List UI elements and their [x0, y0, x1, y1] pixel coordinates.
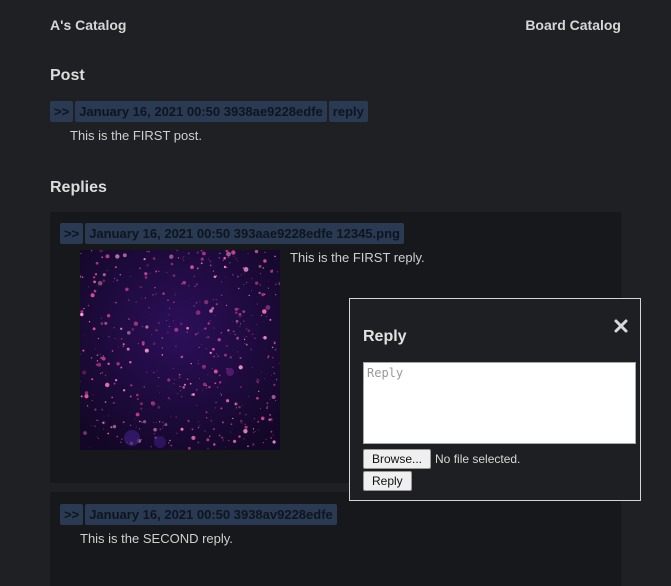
- post-meta: January 16, 2021 00:50 3938ae9228edfe: [75, 101, 327, 122]
- file-status: No file selected.: [435, 452, 521, 466]
- dialog-title: Reply: [363, 328, 407, 345]
- reply-body: This is the SECOND reply.: [80, 531, 233, 546]
- reply-meta: January 16, 2021 00:50 3938av9228edfe: [85, 504, 337, 525]
- reply-quote-link[interactable]: >>: [60, 223, 84, 244]
- reply-meta[interactable]: January 16, 2021 00:50 393aae9228edfe 12…: [85, 223, 404, 244]
- post-quote-link[interactable]: >>: [50, 101, 74, 122]
- close-icon[interactable]: [613, 318, 629, 334]
- catalog-link[interactable]: A's Catalog: [50, 17, 126, 33]
- reply-body: This is the FIRST reply.: [290, 250, 425, 265]
- post-heading: Post: [50, 67, 85, 84]
- file-picker: Browse... No file selected.: [363, 449, 520, 469]
- reply-quote-link[interactable]: >>: [60, 504, 84, 525]
- post-meta-row: >> January 16, 2021 00:50 3938ae9228edfe r…: [50, 101, 370, 122]
- top-nav: A's Catalog Board Catalog: [50, 17, 621, 35]
- attached-image: [80, 250, 280, 450]
- reply-textarea[interactable]: [363, 362, 636, 444]
- post-body: This is the FIRST post.: [70, 128, 202, 143]
- browse-button[interactable]: Browse...: [363, 449, 432, 469]
- board-catalog-link[interactable]: Board Catalog: [525, 17, 621, 33]
- reply-meta-row: >> January 16, 2021 00:50 393aae9228edfe …: [60, 223, 406, 244]
- submit-reply-button[interactable]: Reply: [363, 471, 412, 491]
- reply-meta-row: >> January 16, 2021 00:50 3938av9228edfe: [60, 504, 339, 525]
- reply-dialog: Reply Browse...No file selected. Reply: [349, 298, 641, 501]
- reply-image-thumbnail[interactable]: [80, 250, 280, 450]
- post-reply-link[interactable]: reply: [328, 101, 368, 122]
- replies-heading: Replies: [50, 179, 107, 196]
